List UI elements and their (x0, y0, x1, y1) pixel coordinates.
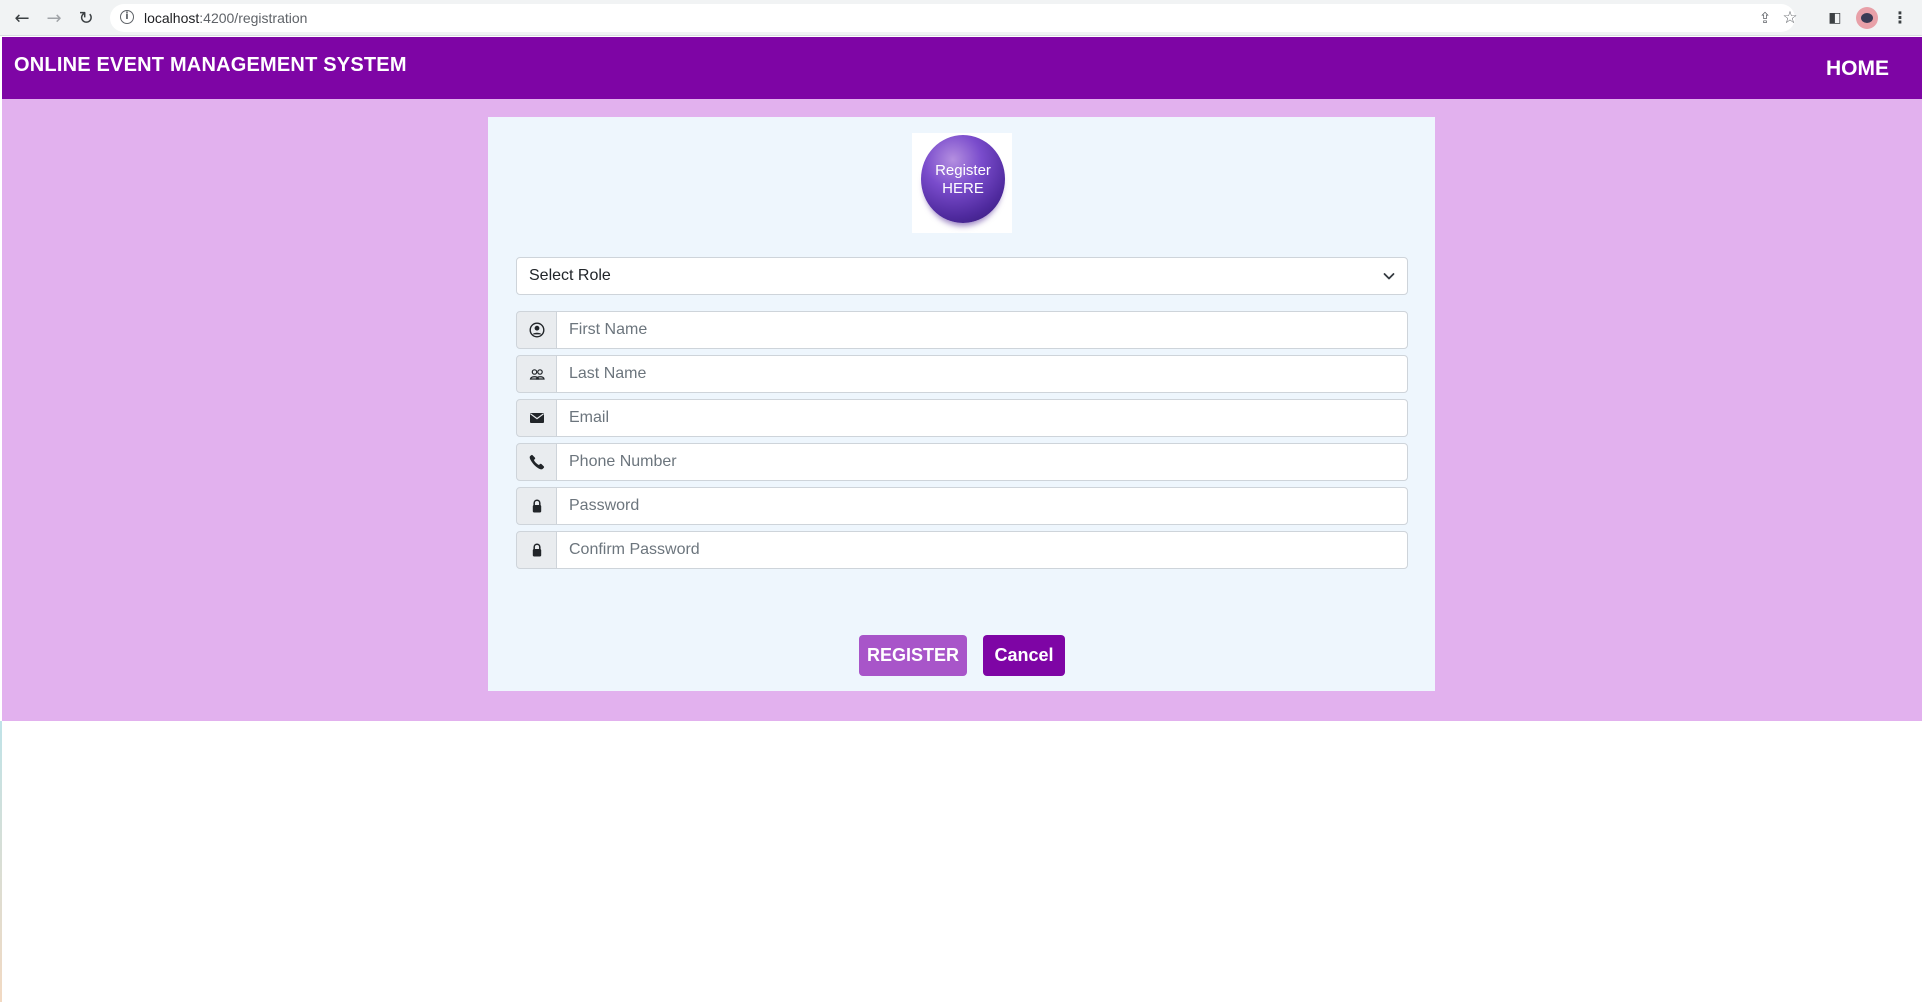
role-select[interactable]: Select Role (516, 257, 1408, 295)
chevron-down-icon (1383, 273, 1395, 280)
first-name-group (516, 311, 1408, 349)
email-field[interactable] (556, 399, 1408, 437)
first-name-field[interactable] (556, 311, 1408, 349)
person-circle-icon (516, 311, 557, 349)
address-bar[interactable]: i localhost:4200/registration ⇪ ☆ (110, 4, 1798, 32)
app-navbar: ONLINE EVENT MANAGEMENT SYSTEM HOME (2, 37, 1922, 99)
reload-icon[interactable]: ↻ (74, 6, 98, 30)
phone-number-field[interactable] (556, 443, 1408, 481)
edge-strip (0, 721, 2, 1002)
password-group (516, 487, 1408, 525)
register-here-logo: Register HERE (912, 133, 1012, 233)
lock-icon (516, 531, 557, 569)
phone-group (516, 443, 1408, 481)
back-icon[interactable]: ← (10, 6, 34, 30)
last-name-group (516, 355, 1408, 393)
app-title: ONLINE EVENT MANAGEMENT SYSTEM (14, 54, 407, 76)
side-panel-icon[interactable]: ◧ (1823, 6, 1847, 30)
registration-card: Register HERE Select Role First Name Las… (488, 117, 1435, 691)
site-info-icon[interactable]: i (120, 10, 134, 24)
forward-icon[interactable]: → (42, 6, 66, 30)
phone-icon (516, 443, 557, 481)
people-icon (516, 355, 557, 393)
confirm-password-field[interactable] (556, 531, 1408, 569)
bookmark-star-icon[interactable]: ☆ (1779, 7, 1801, 29)
home-link[interactable]: HOME (1826, 57, 1889, 81)
menu-kebab-icon[interactable]: ⋮ (1888, 6, 1912, 30)
envelope-icon (516, 399, 557, 437)
url-text[interactable]: localhost:4200/registration (144, 4, 307, 32)
url-host: localhost (144, 10, 200, 26)
last-name-field[interactable] (556, 355, 1408, 393)
logo-sphere: Register HERE (921, 135, 1005, 223)
lock-icon (516, 487, 557, 525)
email-group (516, 399, 1408, 437)
url-path: :4200/registration (199, 10, 308, 26)
role-select-value: Select Role (529, 267, 611, 284)
password-field[interactable] (556, 487, 1408, 525)
cancel-button[interactable]: Cancel (983, 635, 1065, 676)
profile-avatar[interactable] (1856, 7, 1878, 29)
browser-toolbar: ← → ↻ i localhost:4200/registration ⇪ ☆ … (0, 0, 1922, 36)
logo-text-line2: HERE (942, 180, 984, 197)
register-button[interactable]: REGISTER (859, 635, 967, 676)
logo-text-line1: Register (935, 162, 991, 179)
confirm-password-group (516, 531, 1408, 569)
share-icon[interactable]: ⇪ (1754, 7, 1776, 29)
